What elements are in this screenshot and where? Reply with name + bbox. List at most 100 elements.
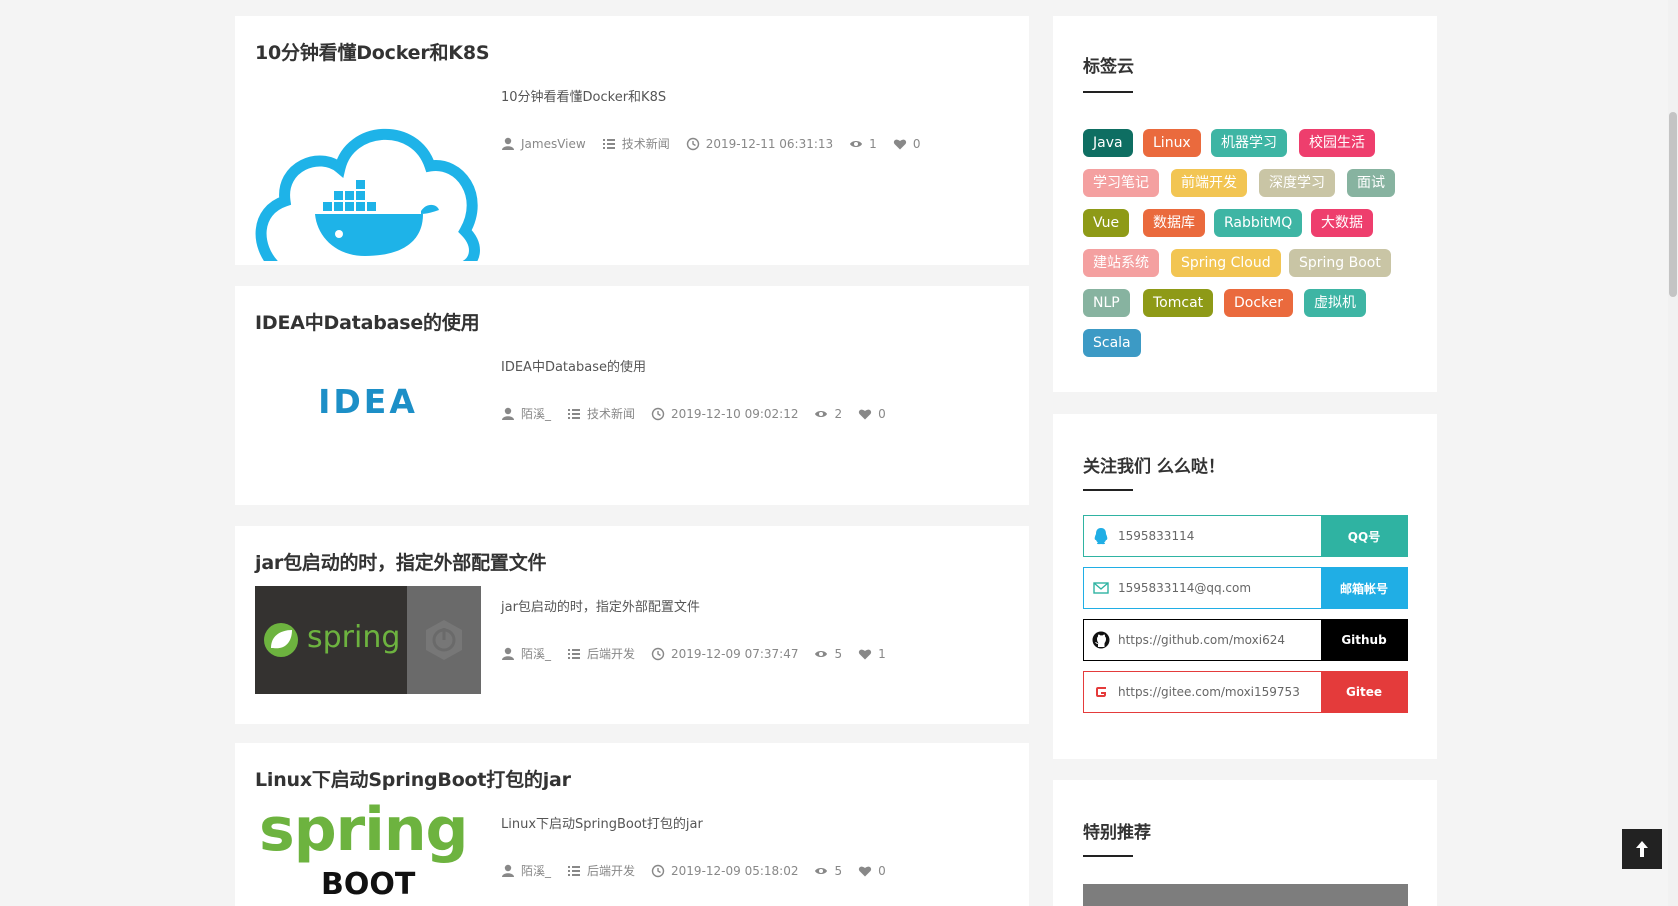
post-likes[interactable]: 0: [878, 864, 886, 878]
eye-icon: [815, 650, 828, 657]
widget-title: 标签云: [1083, 57, 1134, 77]
follow-row-email[interactable]: 1595833114@qq.com 邮箱帐号: [1083, 567, 1408, 609]
follow-row-gitee[interactable]: https://gitee.com/moxi159753 Gitee: [1083, 671, 1408, 713]
github-url[interactable]: https://github.com/moxi624: [1118, 633, 1321, 647]
title-underline: [1083, 489, 1133, 491]
post-thumbnail[interactable]: spring BOOT: [255, 803, 481, 906]
tag[interactable]: Java: [1083, 129, 1133, 157]
post-likes[interactable]: 1: [878, 647, 886, 661]
post-date: 2019-12-09 05:18:02: [671, 863, 799, 878]
post-title[interactable]: IDEA中Database的使用: [255, 308, 480, 335]
post-card: IDEA中Database的使用 IDEA IDEA中Database的使用 陌…: [235, 286, 1029, 505]
title-underline: [1083, 855, 1133, 857]
heart-icon: [858, 649, 872, 659]
user-icon: [502, 407, 514, 420]
gitee-button[interactable]: Gitee: [1321, 672, 1407, 712]
post-category[interactable]: 后端开发: [587, 645, 635, 662]
user-icon: [502, 864, 514, 877]
tag[interactable]: 建站系统: [1083, 249, 1159, 277]
post-author[interactable]: JamesView: [521, 137, 586, 151]
follow-widget: 关注我们 么么哒！ 1595833114 QQ号 1595833114@qq.c…: [1053, 414, 1437, 759]
tag[interactable]: Vue: [1083, 209, 1130, 237]
tag[interactable]: 大数据: [1311, 209, 1373, 237]
tag[interactable]: 虚拟机: [1304, 289, 1366, 317]
post-card: Linux下启动SpringBoot打包的jar spring BOOT Lin…: [235, 743, 1029, 906]
clock-icon: [651, 647, 665, 660]
tag[interactable]: Scala: [1083, 329, 1141, 357]
post-thumbnail[interactable]: IDEA: [255, 381, 481, 421]
qq-icon: [1094, 528, 1108, 545]
tag[interactable]: Tomcat: [1143, 289, 1214, 317]
post-views: 5: [834, 646, 843, 661]
clock-icon: [651, 864, 665, 877]
back-to-top-button[interactable]: [1622, 829, 1662, 869]
gitee-icon: [1092, 683, 1110, 701]
tag[interactable]: 深度学习: [1259, 169, 1335, 197]
tag[interactable]: Docker: [1224, 289, 1294, 317]
list-icon: [568, 648, 581, 659]
post-date: 2019-12-10 09:02:12: [671, 406, 799, 421]
tag[interactable]: 数据库: [1143, 209, 1205, 237]
post-thumbnail[interactable]: spring: [255, 586, 481, 694]
docker-logo-icon: [255, 128, 480, 261]
list-icon: [602, 138, 615, 149]
github-icon: [1092, 631, 1110, 649]
tag[interactable]: NLP: [1083, 289, 1130, 317]
qq-number[interactable]: 1595833114: [1118, 529, 1321, 543]
tag[interactable]: RabbitMQ: [1214, 209, 1303, 237]
post-title[interactable]: jar包启动的时，指定外部配置文件: [255, 548, 547, 575]
github-button[interactable]: Github: [1321, 620, 1407, 660]
spring-leaf-icon: [264, 623, 298, 657]
tag[interactable]: 机器学习: [1211, 129, 1287, 157]
post-views: 1: [869, 136, 877, 151]
tag[interactable]: 校园生活: [1299, 129, 1375, 157]
spring-logo-text: spring: [307, 620, 401, 655]
post-excerpt: 10分钟看看懂Docker和K8S: [501, 90, 667, 105]
list-icon: [568, 865, 581, 876]
post-author[interactable]: 陌溪_: [521, 862, 551, 879]
mail-icon: [1093, 582, 1109, 594]
email-button[interactable]: 邮箱帐号: [1321, 568, 1407, 608]
recommend-image[interactable]: [1083, 884, 1408, 906]
post-likes[interactable]: 0: [913, 137, 921, 151]
clock-icon: [686, 137, 699, 150]
post-excerpt: Linux下启动SpringBoot打包的jar: [501, 817, 703, 832]
follow-row-qq[interactable]: 1595833114 QQ号: [1083, 515, 1408, 557]
post-card: jar包启动的时，指定外部配置文件 spring jar包启动的时，指定外部配置…: [235, 526, 1029, 724]
tag[interactable]: 学习笔记: [1083, 169, 1159, 197]
page-scrollbar[interactable]: [1668, 0, 1678, 906]
post-author[interactable]: 陌溪_: [521, 645, 551, 662]
post-author[interactable]: 陌溪_: [521, 405, 551, 422]
tag-cloud-widget: 标签云 Java Linux 机器学习 校园生活 学习笔记 前端开发 深度学习 …: [1053, 16, 1437, 392]
follow-row-github[interactable]: https://github.com/moxi624 Github: [1083, 619, 1408, 661]
post-card: 10分钟看懂Docker和K8S 10分钟看看懂Docker和K8S James…: [235, 16, 1029, 265]
post-date: 2019-12-09 07:37:47: [671, 646, 799, 661]
post-category[interactable]: 后端开发: [587, 862, 635, 879]
post-title[interactable]: Linux下启动SpringBoot打包的jar: [255, 765, 571, 792]
eye-icon: [815, 867, 828, 874]
email-address[interactable]: 1595833114@qq.com: [1118, 581, 1321, 595]
tag[interactable]: 前端开发: [1171, 169, 1247, 197]
widget-title: 关注我们 么么哒！: [1083, 457, 1225, 477]
gitee-url[interactable]: https://gitee.com/moxi159753: [1118, 685, 1321, 699]
post-title[interactable]: 10分钟看懂Docker和K8S: [255, 38, 490, 65]
user-icon: [502, 647, 514, 660]
spring-boot-logo-text: spring: [259, 803, 468, 865]
post-likes[interactable]: 0: [878, 407, 886, 421]
heart-icon: [858, 409, 872, 419]
user-icon: [502, 137, 514, 150]
post-category[interactable]: 技术新闻: [587, 405, 635, 422]
arrow-up-icon: [1636, 841, 1648, 857]
tag[interactable]: Spring Boot: [1289, 249, 1391, 277]
scrollbar-thumb[interactable]: [1669, 112, 1677, 297]
post-excerpt: jar包启动的时，指定外部配置文件: [501, 600, 700, 615]
post-category[interactable]: 技术新闻: [622, 135, 670, 152]
tag[interactable]: Linux: [1143, 129, 1201, 157]
tag[interactable]: Spring Cloud: [1171, 249, 1281, 277]
post-views: 2: [834, 406, 843, 421]
recommend-widget: 特别推荐: [1053, 780, 1437, 906]
qq-button[interactable]: QQ号: [1321, 516, 1407, 556]
tag[interactable]: 面试: [1347, 169, 1395, 197]
post-thumbnail[interactable]: [255, 106, 481, 261]
widget-title: 特别推荐: [1083, 823, 1151, 843]
